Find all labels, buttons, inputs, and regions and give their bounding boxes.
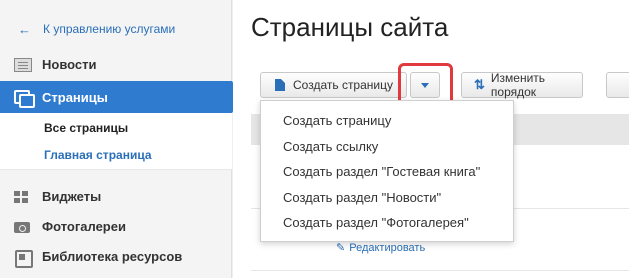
sidebar-item-label: Виджеты <box>42 189 102 204</box>
arrow-left-icon: ← <box>18 21 31 37</box>
sidebar-item-resource-library[interactable]: Библиотека ресурсов <box>0 241 232 272</box>
sidebar-item-photo-galleries[interactable]: Фотогалереи <box>0 211 232 242</box>
library-icon <box>14 249 33 268</box>
sidebar-subitem-home-page[interactable]: Главная страница <box>0 140 232 170</box>
pages-icon <box>14 90 35 108</box>
create-dropdown-menu: Создать страницу Создать ссылку Создать … <box>260 100 514 242</box>
sidebar-item-news[interactable]: Новости <box>0 49 232 80</box>
back-link-label: К управлению услугами <box>43 22 176 36</box>
sidebar: ← К управлению услугами Новости Страницы… <box>0 0 242 278</box>
sidebar-subitem-label: Главная страница <box>44 147 152 162</box>
menu-item-create-link[interactable]: Создать ссылку <box>261 134 513 160</box>
toolbar-extra-button[interactable] <box>606 72 629 98</box>
menu-item-create-page[interactable]: Создать страницу <box>261 108 513 134</box>
create-page-label: Создать страницу <box>293 78 393 92</box>
menu-item-create-guestbook[interactable]: Создать раздел "Гостевая книга" <box>261 159 513 185</box>
camera-icon <box>14 220 32 234</box>
sidebar-item-label: Страницы <box>42 89 108 105</box>
sidebar-item-pages[interactable]: Страницы <box>0 81 242 113</box>
sidebar-subitem-label: Все страницы <box>44 120 129 135</box>
back-to-services-link[interactable]: ← К управлению услугами <box>0 14 232 44</box>
sidebar-item-label: Фотогалереи <box>42 219 126 234</box>
sidebar-item-label: Новости <box>42 57 97 72</box>
sidebar-item-widgets[interactable]: Виджеты <box>0 181 232 212</box>
sidebar-item-label: Библиотека ресурсов <box>42 249 183 264</box>
pencil-icon: ✎ <box>336 242 346 254</box>
menu-item-create-news[interactable]: Создать раздел "Новости" <box>261 185 513 211</box>
create-page-button[interactable]: Создать страницу <box>260 72 407 98</box>
reorder-button[interactable]: ⇅ Изменить порядок <box>461 71 583 99</box>
widgets-icon <box>14 190 32 204</box>
row-divider <box>251 270 629 271</box>
menu-item-create-photogallery[interactable]: Создать раздел "Фотогалерея" <box>261 210 513 236</box>
sidebar-subitem-all-pages[interactable]: Все страницы <box>0 113 232 143</box>
sort-arrows-icon: ⇅ <box>474 77 485 92</box>
edit-label: Редактировать <box>349 241 426 254</box>
newspaper-icon <box>14 57 32 72</box>
page-title: Страницы сайта <box>251 12 449 42</box>
edit-link[interactable]: ✎ Редактировать <box>336 241 426 255</box>
reorder-label: Изменить порядок <box>490 71 546 99</box>
page-icon <box>275 79 285 91</box>
